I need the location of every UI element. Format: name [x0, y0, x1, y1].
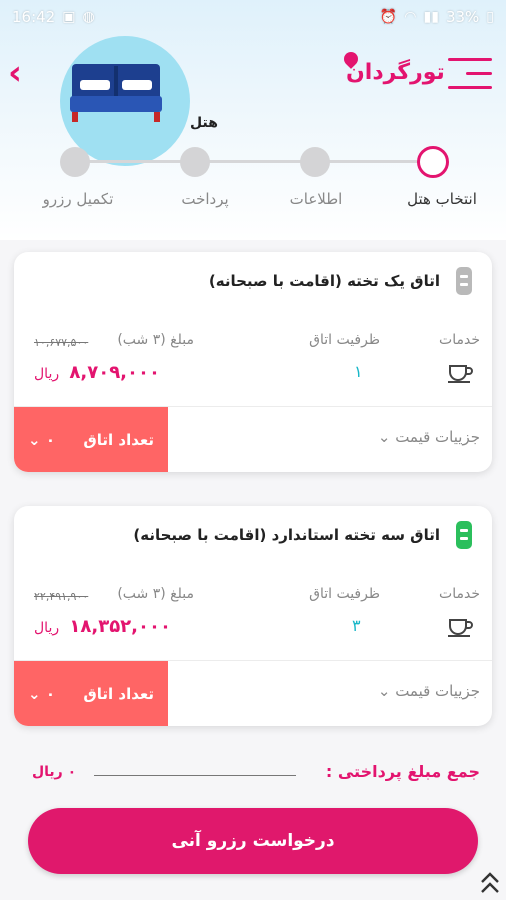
capacity-label: ظرفیت اتاق: [309, 586, 380, 602]
quantity-value-wrap: ۰ ⌄: [28, 431, 55, 449]
battery-percent: 33%: [445, 8, 480, 26]
logo-text: تورگردان: [346, 60, 445, 85]
capacity-value: ۳: [352, 616, 361, 635]
new-price-amount: ۱۸,۳۵۲,۰۰۰: [69, 616, 171, 637]
amount-label: مبلغ (۳ شب): [117, 332, 194, 348]
total-label: جمع مبلغ پرداختی :: [325, 762, 480, 781]
status-left: 16:42 ▣ ◍: [12, 8, 95, 26]
step-dot-info[interactable]: [300, 147, 330, 177]
quantity-label: تعداد اتاق: [83, 684, 154, 703]
currency-label: ریال: [34, 366, 60, 382]
price-details-toggle[interactable]: جزییات قیمت ⌄: [378, 682, 480, 700]
chevron-down-icon: ⌄: [377, 428, 391, 446]
wifi-icon: ◠: [404, 9, 417, 25]
scroll-up-icon[interactable]: [478, 868, 502, 896]
step-dot-complete[interactable]: [60, 147, 90, 177]
quantity-value: ۰: [45, 684, 55, 703]
quantity-label: تعداد اتاق: [83, 430, 154, 449]
new-price-amount: ۸,۷۰۹,۰۰۰: [69, 362, 160, 383]
quantity-value: ۰: [45, 430, 55, 449]
amount-label: مبلغ (۳ شب): [117, 586, 194, 602]
menu-line-bottom: [448, 86, 492, 89]
brand-logo[interactable]: تورگردان: [341, 49, 445, 85]
signal-icon: ▮▮: [423, 9, 439, 25]
capacity-value: ۱: [354, 362, 363, 381]
chevron-down-icon: ⌄: [28, 684, 41, 703]
back-button[interactable]: ‹: [8, 56, 38, 92]
step-label-payment: پرداخت: [181, 190, 229, 208]
total-value: ۰ ریال: [32, 764, 77, 780]
status-right: ⏰ ◠ ▮▮ 33% ▯: [380, 8, 494, 26]
room-key-icon: [456, 267, 472, 295]
room-key-icon: [456, 521, 472, 549]
total-row: جمع مبلغ پرداختی : ۰ ریال: [0, 760, 506, 790]
new-price: ۸,۷۰۹,۰۰۰ ریال: [34, 362, 160, 383]
alarm-icon: ⏰: [379, 9, 398, 25]
chevron-down-icon: ⌄: [28, 430, 41, 449]
breakfast-cup-icon: [448, 365, 473, 383]
room-card: اتاق یک تخته (اقامت با صبحانه) خدمات ظرف…: [14, 252, 492, 472]
currency-label: ریال: [34, 620, 60, 636]
total-divider: [94, 775, 296, 776]
price-details-label: جزییات قیمت: [395, 682, 480, 700]
menu-line-top: [448, 58, 492, 61]
room-quantity-dropdown[interactable]: تعداد اتاق ۰ ⌄: [14, 661, 168, 726]
room-title: اتاق یک تخته (اقامت با صبحانه): [208, 272, 440, 290]
stepper-line: [75, 160, 430, 163]
breakfast-cup-icon: [448, 619, 473, 637]
step-label-info: اطلاعات: [289, 190, 343, 208]
quantity-value-wrap: ۰ ⌄: [28, 685, 55, 703]
battery-icon: ▯: [486, 9, 494, 25]
gallery-icon: ▣: [62, 9, 76, 25]
room-quantity-dropdown[interactable]: تعداد اتاق ۰ ⌄: [14, 407, 168, 472]
old-price: ۱۰,۶۷۷,۵۰۰: [34, 336, 89, 349]
services-label: خدمات: [439, 332, 480, 348]
status-bar: 16:42 ▣ ◍ ⏰ ◠ ▮▮ 33% ▯: [0, 0, 506, 34]
step-dot-select-hotel[interactable]: [417, 146, 449, 178]
bed-icon: [70, 64, 162, 122]
instant-reserve-button[interactable]: درخواست رزرو آنی: [28, 808, 478, 874]
room-card: اتاق سه تخته استاندارد (اقامت با صبحانه)…: [14, 506, 492, 726]
new-price: ۱۸,۳۵۲,۰۰۰ ریال: [34, 616, 171, 637]
hotel-label: هتل: [190, 115, 218, 131]
booking-stepper: انتخاب هتل اطلاعات پرداخت تکمیل رزرو: [0, 142, 506, 212]
step-dot-payment[interactable]: [180, 147, 210, 177]
status-time: 16:42: [12, 8, 56, 26]
price-details-toggle[interactable]: جزییات قیمت ⌄: [378, 428, 480, 446]
chevron-left-icon: ‹: [8, 53, 23, 93]
room-title: اتاق سه تخته استاندارد (اقامت با صبحانه): [133, 526, 440, 544]
menu-line-middle: [466, 72, 492, 75]
menu-button[interactable]: [448, 56, 492, 92]
capacity-label: ظرفیت اتاق: [309, 332, 380, 348]
notification-icon: ◍: [82, 9, 95, 25]
old-price: ۲۲,۴۹۱,۹۰۰: [34, 590, 89, 603]
chevron-down-icon: ⌄: [377, 682, 391, 700]
price-details-label: جزییات قیمت: [395, 428, 480, 446]
step-label-complete: تکمیل رزرو: [42, 190, 114, 208]
step-label-select-hotel: انتخاب هتل: [407, 190, 477, 208]
services-label: خدمات: [439, 586, 480, 602]
